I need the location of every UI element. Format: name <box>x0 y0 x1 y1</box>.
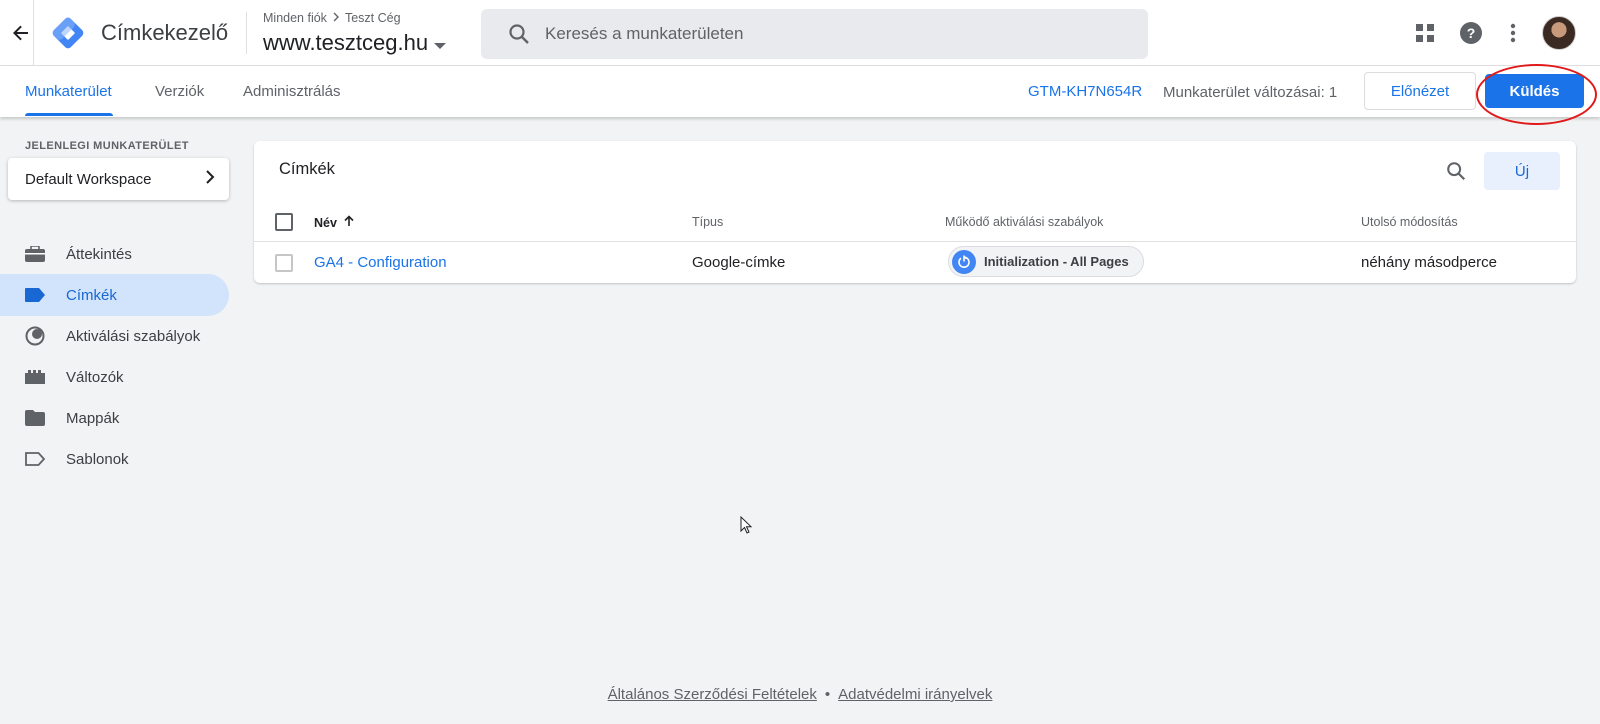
back-arrow-icon[interactable] <box>6 18 36 48</box>
tags-card: Címkék Új Név Típus Működő aktiválási sz… <box>254 141 1576 283</box>
help-icon[interactable]: ? <box>1459 21 1483 45</box>
template-icon <box>24 448 46 470</box>
select-all-checkbox[interactable] <box>275 213 293 231</box>
avatar[interactable] <box>1542 16 1576 50</box>
sidebar-item-label: Változók <box>66 368 124 386</box>
mouse-cursor-icon <box>740 515 753 534</box>
workspace-toolbar: Munkaterület Verziók Adminisztrálás GTM-… <box>0 66 1600 117</box>
tag-icon <box>24 284 46 306</box>
search-icon[interactable] <box>1443 158 1469 184</box>
card-title: Címkék <box>279 160 335 178</box>
tag-manager-logo-icon[interactable] <box>50 15 86 51</box>
search-input[interactable] <box>545 24 1105 44</box>
variables-icon <box>24 366 46 388</box>
tab-versions[interactable]: Verziók <box>155 83 204 100</box>
divider <box>254 241 1576 242</box>
tag-name-link[interactable]: GA4 - Configuration <box>314 254 447 271</box>
sidebar-item-label: Sablonok <box>66 450 129 468</box>
column-header-triggers[interactable]: Működő aktiválási szabályok <box>945 215 1103 229</box>
tag-type: Google-címke <box>692 254 786 271</box>
column-header-label: Név <box>314 215 337 230</box>
privacy-link[interactable]: Adatvédelmi irányelvek <box>838 686 992 703</box>
breadcrumb[interactable]: Minden fiók Teszt Cég <box>263 11 401 25</box>
sidebar-item-label: Áttekintés <box>66 245 132 263</box>
workspace-name: Default Workspace <box>25 170 152 188</box>
chevron-right-icon <box>331 11 341 25</box>
power-icon <box>952 249 976 274</box>
chevron-right-icon <box>205 170 215 188</box>
column-header-modified[interactable]: Utolsó módosítás <box>1361 215 1458 229</box>
sidebar-item-folders[interactable]: Mappák <box>0 397 229 439</box>
tab-workspace[interactable]: Munkaterület <box>25 83 112 100</box>
row-checkbox[interactable] <box>275 254 293 272</box>
footer-separator: • <box>824 686 831 703</box>
trigger-icon <box>24 325 46 347</box>
more-vert-icon[interactable] <box>1501 21 1525 45</box>
trigger-chip[interactable]: Initialization - All Pages <box>948 246 1144 277</box>
workspace-selector[interactable]: Default Workspace <box>8 158 229 200</box>
search-icon <box>507 22 531 46</box>
active-tab-indicator <box>25 113 113 116</box>
sidebar-item-label: Aktiválási szabályok <box>66 327 201 345</box>
tag-modified: néhány másodperce <box>1361 254 1497 271</box>
sidebar-item-label: Mappák <box>66 409 120 427</box>
app-title: Címkekezelő <box>101 20 229 45</box>
tab-admin[interactable]: Adminisztrálás <box>243 83 341 100</box>
apps-grid-icon[interactable] <box>1413 21 1437 45</box>
breadcrumb-account[interactable]: Minden fiók <box>263 11 327 25</box>
sidebar-item-tags[interactable]: Címkék <box>0 274 229 316</box>
svg-text:?: ? <box>1467 25 1476 41</box>
container-name: www.tesztceg.hu <box>263 30 429 55</box>
preview-button[interactable]: Előnézet <box>1364 72 1476 110</box>
sidebar-item-overview[interactable]: Áttekintés <box>0 233 229 275</box>
arrow-up-icon <box>343 215 355 230</box>
sidebar-item-label: Címkék <box>66 286 117 304</box>
send-button[interactable]: Küldés <box>1485 74 1584 108</box>
breadcrumb-company[interactable]: Teszt Cég <box>345 11 401 25</box>
trigger-label: Initialization - All Pages <box>984 254 1129 269</box>
column-header-name[interactable]: Név <box>314 215 355 230</box>
sidebar-item-templates[interactable]: Sablonok <box>0 438 229 480</box>
briefcase-icon <box>24 243 46 265</box>
footer: Általános Szerződési Feltételek • Adatvéde… <box>0 686 1600 703</box>
column-header-type[interactable]: Típus <box>692 215 723 229</box>
container-selector[interactable]: www.tesztceg.hu <box>263 30 447 56</box>
terms-link[interactable]: Általános Szerződési Feltételek <box>608 686 817 703</box>
dropdown-arrow-icon <box>434 30 447 56</box>
sidebar-item-triggers[interactable]: Aktiválási szabályok <box>0 315 229 357</box>
workspace-changes: Munkaterület változásai: 1 <box>1163 84 1338 101</box>
divider <box>246 12 247 54</box>
workspace-search[interactable] <box>481 9 1148 59</box>
container-id-link[interactable]: GTM-KH7N654R <box>1028 83 1142 100</box>
folder-icon <box>24 407 46 429</box>
current-workspace-label: JELENLEGI MUNKATERÜLET <box>25 140 189 152</box>
new-tag-button[interactable]: Új <box>1484 152 1560 190</box>
sidebar-item-variables[interactable]: Változók <box>0 356 229 398</box>
divider <box>33 0 34 66</box>
app-bar: Címkekezelő Minden fiók Teszt Cég www.te… <box>0 0 1600 66</box>
